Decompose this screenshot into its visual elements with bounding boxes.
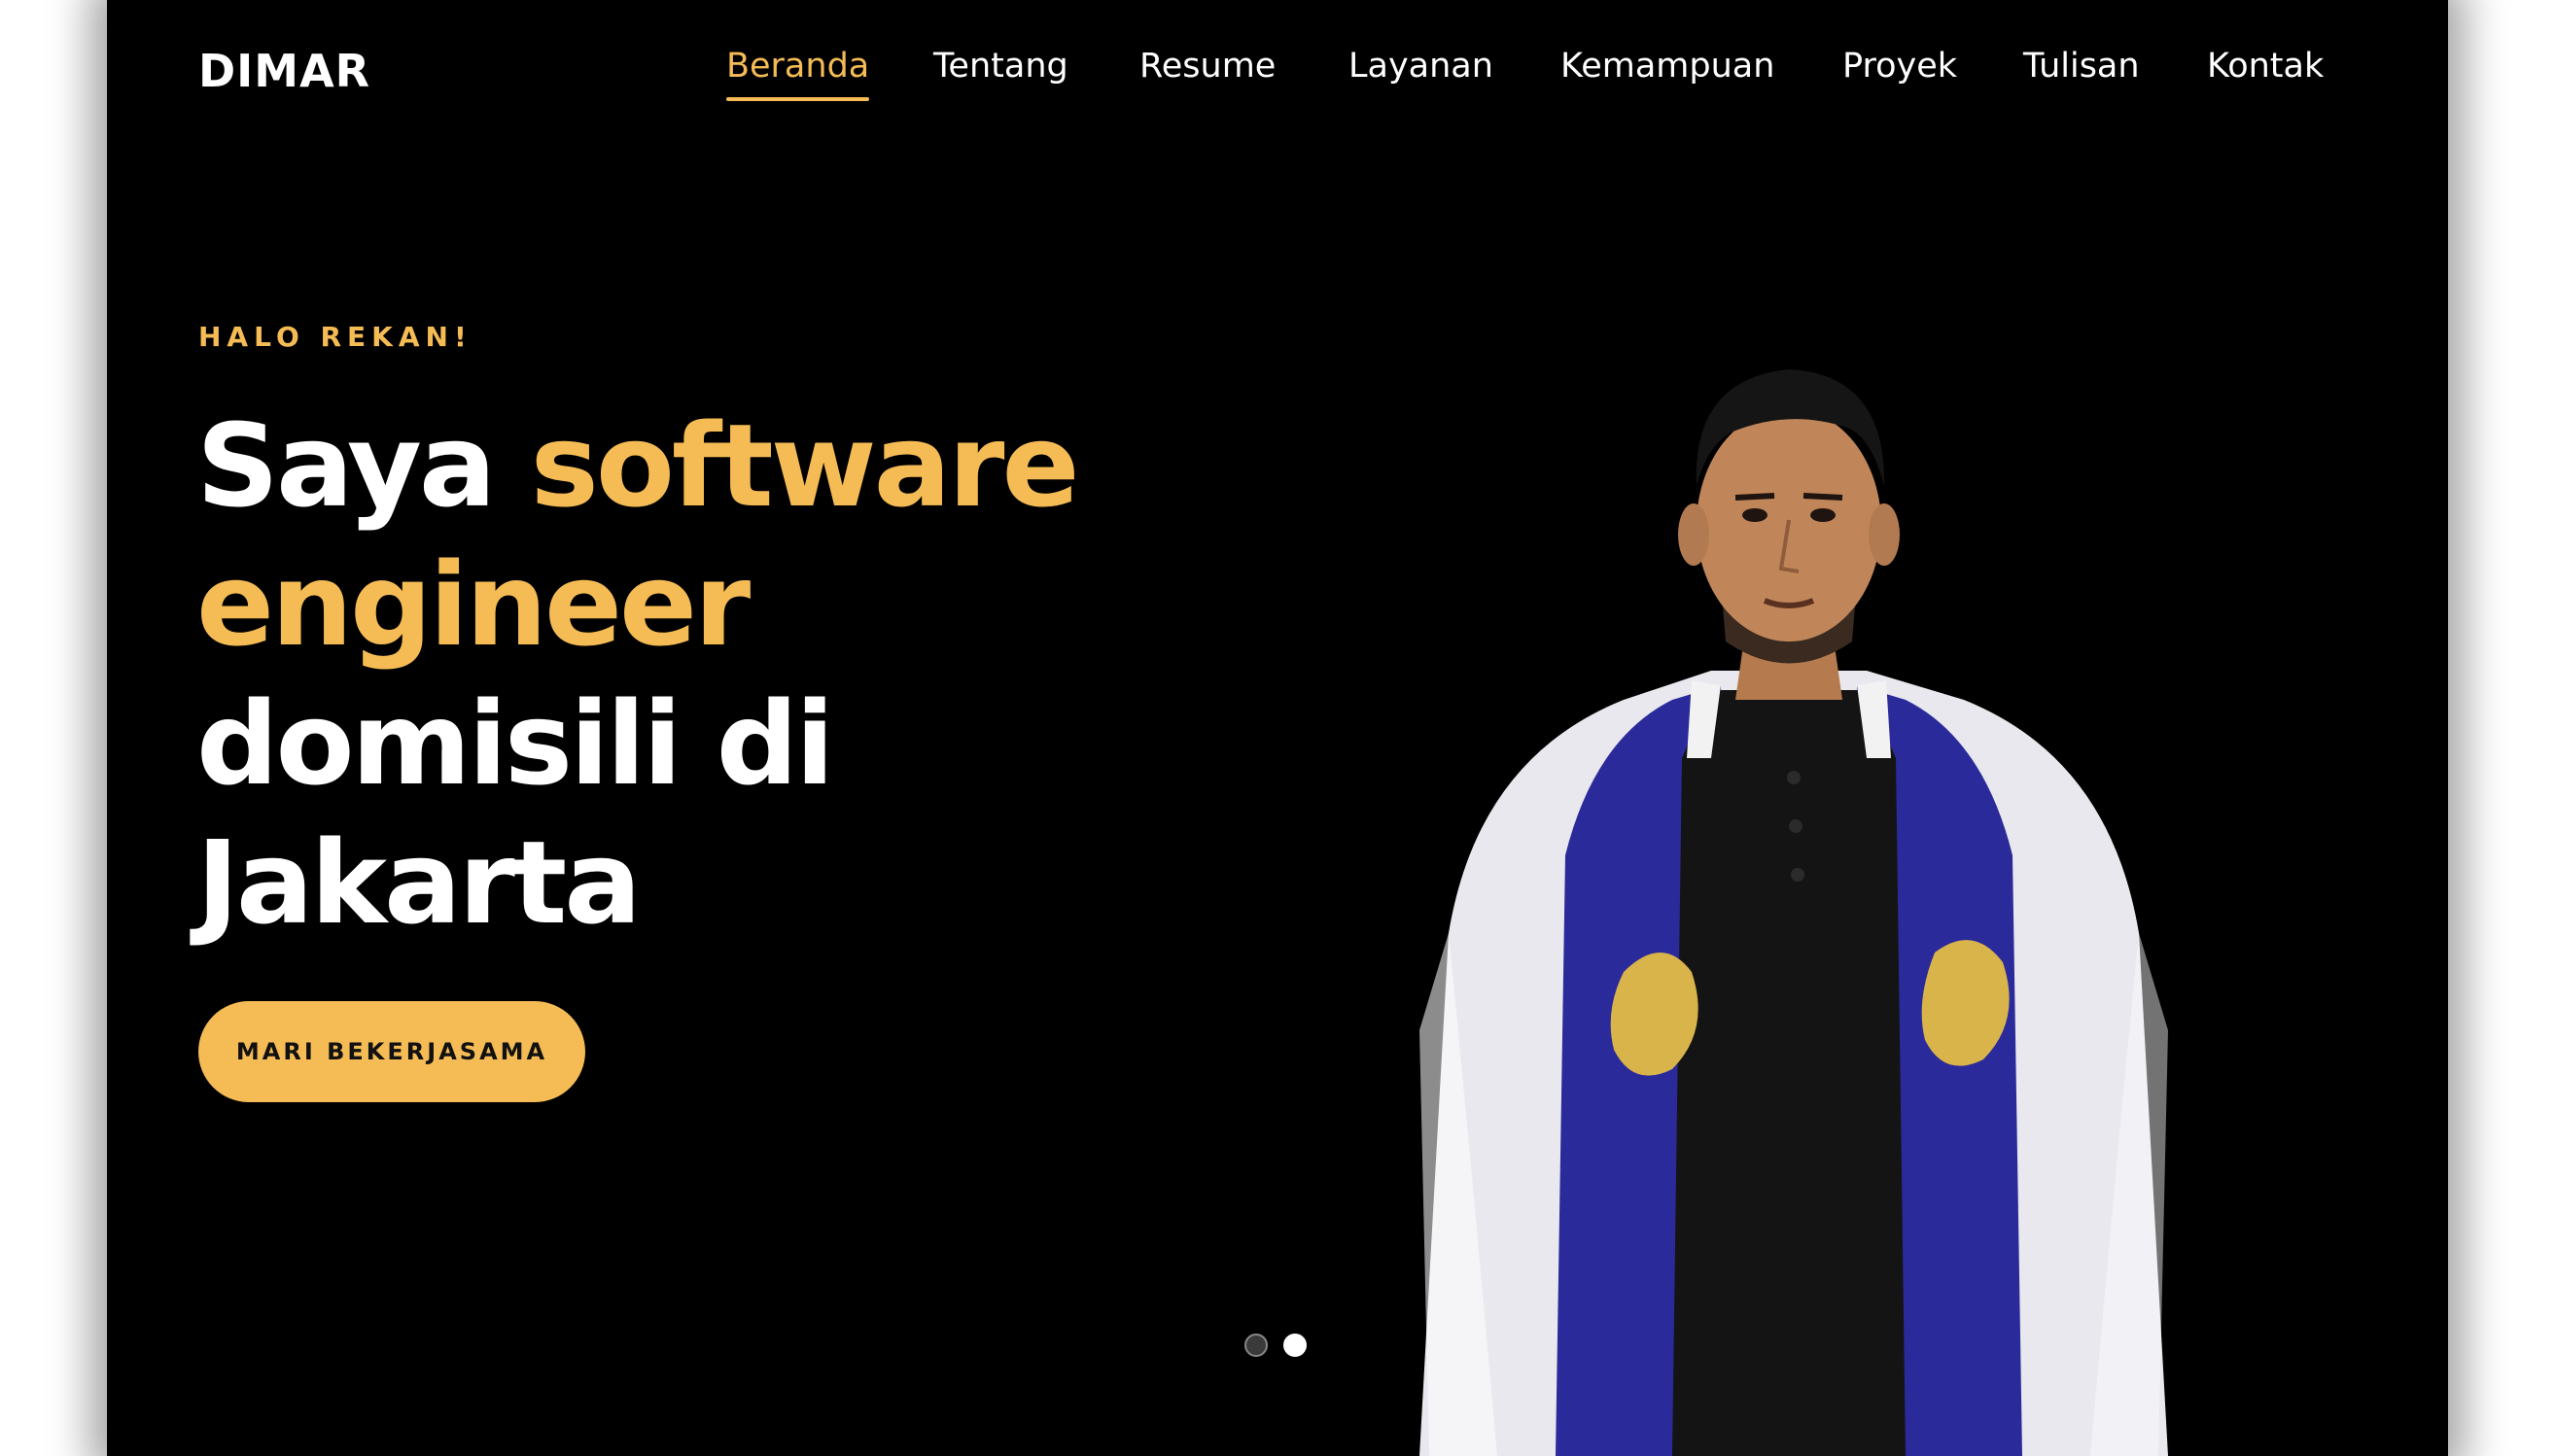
- nav-item-layanan[interactable]: Layanan: [1348, 47, 1493, 86]
- nav-item-label: Kemampuan: [1560, 47, 1775, 86]
- main-nav: Beranda Tentang Resume Layanan Kemampuan…: [107, 47, 2448, 105]
- nav-item-label: Layanan: [1348, 47, 1493, 86]
- headline-text: Saya: [196, 399, 531, 533]
- hero-portrait-image: [1419, 369, 2168, 1456]
- slider-dot-active[interactable]: [1283, 1334, 1307, 1357]
- site-frame: DIMAR Beranda Tentang Resume Layanan Kem…: [107, 0, 2448, 1456]
- nav-item-kemampuan[interactable]: Kemampuan: [1560, 47, 1774, 86]
- slider-dots: [1244, 1334, 1307, 1357]
- nav-item-label: Tentang: [933, 47, 1068, 86]
- nav-item-resume[interactable]: Resume: [1139, 47, 1276, 86]
- nav-item-kontak[interactable]: Kontak: [2207, 47, 2324, 86]
- slider-dot[interactable]: [1244, 1334, 1268, 1357]
- nav-item-tentang[interactable]: Tentang: [933, 47, 1068, 86]
- nav-item-beranda[interactable]: Beranda: [726, 47, 870, 101]
- nav-item-label: Beranda: [726, 47, 870, 86]
- page-background: DIMAR Beranda Tentang Resume Layanan Kem…: [0, 0, 2555, 1456]
- active-nav-underline: [726, 97, 870, 101]
- cta-button[interactable]: MARI BEKERJASAMA: [198, 1001, 585, 1102]
- headline-text: domisili di Jakarta: [196, 676, 835, 950]
- nav-item-label: Tulisan: [2023, 47, 2140, 86]
- nav-item-label: Resume: [1139, 47, 1277, 86]
- nav-item-tulisan[interactable]: Tulisan: [2023, 47, 2140, 86]
- hero-headline: Saya software engineer domisili di Jakar…: [196, 397, 1227, 953]
- hero-eyebrow: HALO REKAN!: [198, 321, 472, 353]
- nav-item-proyek[interactable]: Proyek: [1842, 47, 1957, 86]
- nav-item-label: Kontak: [2207, 47, 2325, 86]
- nav-item-label: Proyek: [1842, 47, 1958, 86]
